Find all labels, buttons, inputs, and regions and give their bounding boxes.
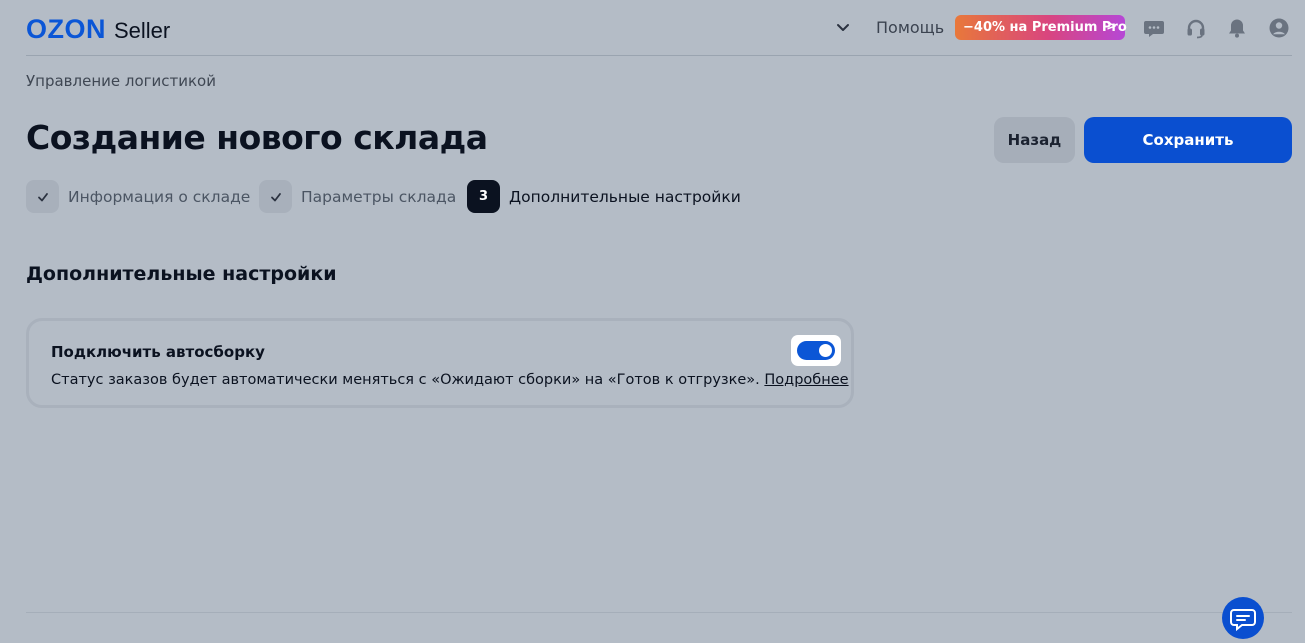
step-warehouse-params[interactable]: Параметры склада [259, 180, 456, 213]
autobuild-description-text: Статус заказов будет автоматически менят… [51, 372, 765, 388]
help-link[interactable]: Помощь [876, 18, 944, 37]
header-divider [26, 55, 1292, 56]
ozon-seller-logo[interactable]: OZON Seller [26, 14, 170, 45]
chevron-down-icon[interactable] [834, 18, 852, 36]
autobuild-toggle-focus[interactable] [791, 335, 841, 366]
chevron-right-icon: > [1106, 19, 1117, 34]
autobuild-toggle[interactable] [797, 341, 835, 360]
section-title: Дополнительные настройки [26, 263, 337, 285]
save-button[interactable]: Сохранить [1084, 117, 1292, 163]
logo-product: Seller [114, 18, 171, 43]
chat-icon[interactable] [1143, 17, 1165, 39]
autobuild-description: Статус заказов будет автоматически менят… [51, 372, 849, 388]
check-icon [26, 180, 59, 213]
step-additional-settings[interactable]: 3 Дополнительные настройки [467, 180, 741, 213]
learn-more-link[interactable]: Подробнее [764, 372, 848, 388]
toggle-knob [819, 344, 832, 357]
headset-icon[interactable] [1185, 17, 1207, 39]
chat-bubble-icon [1230, 609, 1256, 632]
footer-divider [26, 612, 1292, 613]
back-button[interactable]: Назад [994, 117, 1075, 163]
step-number: 3 [467, 180, 500, 213]
page-title: Создание нового склада [26, 118, 488, 157]
autobuild-card: Подключить автосборку Статус заказов буд… [26, 318, 854, 408]
support-chat-button[interactable] [1222, 597, 1264, 639]
step-warehouse-info[interactable]: Информация о складе [26, 180, 250, 213]
user-icon[interactable] [1268, 17, 1290, 39]
step-label: Дополнительные настройки [509, 187, 741, 206]
bell-icon[interactable] [1226, 17, 1248, 39]
logo-brand: OZON [26, 14, 106, 44]
premium-promo-button[interactable]: −40% на Premium Pro > [955, 15, 1127, 40]
step-label: Информация о складе [68, 187, 251, 206]
breadcrumb[interactable]: Управление логистикой [26, 72, 216, 90]
top-bar: OZON Seller Помощь −40% на Premium Pro > [0, 0, 1305, 56]
autobuild-title: Подключить автосборку [51, 343, 265, 361]
step-label: Параметры склада [301, 187, 457, 206]
check-icon [259, 180, 292, 213]
